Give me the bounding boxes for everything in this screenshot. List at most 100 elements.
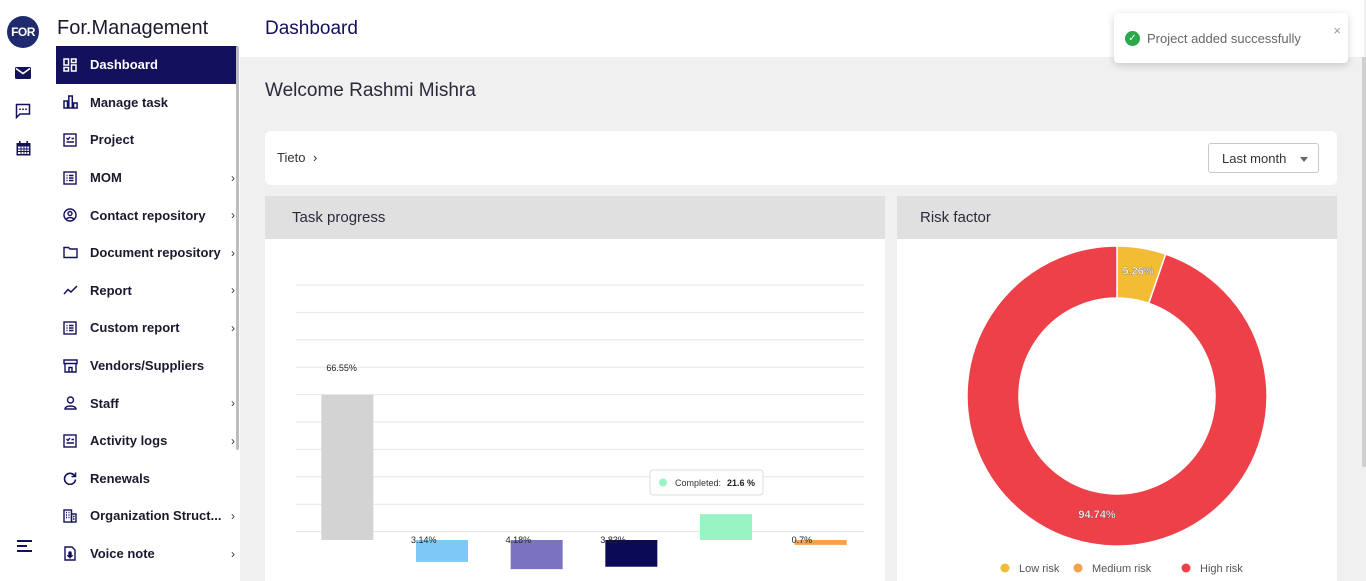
sidebar-item-activity-logs[interactable]: Activity logs › [56,422,237,460]
sidebar-item-staff[interactable]: Staff › [56,384,237,422]
mail-icon[interactable] [13,63,33,83]
check-circle-icon: ✓ [1125,31,1140,46]
checklist-icon [62,132,78,148]
sidebar-item-label: MOM [90,170,122,186]
sidebar-menu: Dashboard Manage task Project MOM › Cont… [56,46,237,572]
checklist-icon [62,433,78,449]
chevron-right-icon: › [231,433,235,448]
data-label: 66.55% [326,363,357,373]
trend-icon [62,282,78,298]
sidebar-item-manage-task[interactable]: Manage task [56,84,237,122]
task-progress-card: Task progress 66.55%3.14%4.18%3.83%21.5%… [265,196,885,581]
sidebar-item-contact-repository[interactable]: Contact repository › [56,196,237,234]
page-scrollbar[interactable] [1362,57,1366,467]
chart-tooltip: Completed: 21.6 % [649,469,764,496]
sidebar-item-label: Custom report [90,320,180,336]
tooltip-label: Completed: [675,478,721,488]
slice-label: 5.26% [1122,266,1153,278]
sidebar-item-project[interactable]: Project [56,121,237,159]
risk-factor-card: Risk factor 5.26% 94.74% Low risk Medium ri… [897,196,1337,581]
sidebar-item-vendors-suppliers[interactable]: Vendors/Suppliers [56,347,237,385]
list-icon [62,170,78,186]
chevron-right-icon: › [231,208,235,223]
renew-icon [62,470,78,486]
legend-label: Medium risk [1092,563,1152,575]
waterfall-bar [321,394,374,540]
period-select-value: Last month [1222,151,1287,166]
chevron-right-icon: › [231,320,235,335]
slice-label: 94.74% [1078,509,1116,521]
risk-factor-title: Risk factor [897,196,1337,239]
store-icon [62,358,78,374]
task-progress-title: Task progress [265,196,885,239]
caret-down-icon [1300,157,1308,162]
sidebar-item-label: Manage task [90,94,169,110]
contact-icon [62,207,78,223]
calendar-icon[interactable] [13,138,33,158]
bar-chart-icon [62,94,78,110]
close-icon[interactable]: × [1333,23,1341,38]
sidebar-item-organization-structure[interactable]: Organization Struct... › [56,497,237,535]
folder-icon [62,245,78,261]
success-toast: ✓ Project added successfully × [1114,13,1348,63]
donut-slice [966,245,1268,547]
legend-swatch [1073,563,1083,573]
data-label: 3.83% [600,535,626,545]
sidebar-item-dashboard[interactable]: Dashboard [56,46,237,84]
data-label: 3.14% [411,535,437,545]
sidebar-item-label: Contact repository [90,207,206,223]
list-icon [62,320,78,336]
person-icon [62,395,78,411]
sidebar-item-label: Organization Struct... [90,508,222,524]
chevron-right-icon: › [231,546,235,561]
period-select[interactable]: Last month [1208,143,1319,173]
chevron-right-icon: › [231,508,235,523]
sidebar-item-label: Document repository [90,245,221,261]
legend-label: High risk [1200,563,1243,575]
chevron-right-icon: › [231,396,235,411]
logo[interactable]: FOR [7,16,39,48]
chat-icon[interactable] [13,101,33,121]
building-icon [62,508,78,524]
page-title: Dashboard [265,18,358,39]
filter-bar: Tieto › Last month [265,131,1337,185]
sidebar-item-renewals[interactable]: Renewals [56,460,237,498]
breadcrumb[interactable]: Tieto › [277,150,317,165]
app-name: For.Management [57,17,209,39]
icon-rail: FOR [0,0,47,581]
risk-factor-chart: 5.26% 94.74% Low risk Medium risk High risk [966,245,1268,575]
breadcrumb-item: Tieto [277,150,306,165]
sidebar: For.Management Dashboard Manage task Pro… [47,0,240,581]
sidebar-item-label: Project [90,132,135,148]
sidebar-item-custom-report[interactable]: Custom report › [56,309,237,347]
sidebar-item-label: Activity logs [90,433,168,449]
sidebar-scrollbar[interactable] [236,46,239,450]
sidebar-item-mom[interactable]: MOM › [56,159,237,197]
waterfall-bar [700,514,752,540]
welcome-message: Welcome Rashmi Mishra [265,80,476,101]
legend-swatch [1181,563,1191,573]
tooltip-swatch [659,478,667,487]
legend-label: Low risk [1019,563,1060,575]
toast-message: Project added successfully [1147,31,1301,46]
data-label: 0.7% [792,535,813,545]
data-label: 4.18% [506,535,532,545]
sidebar-item-document-repository[interactable]: Document repository › [56,234,237,272]
sidebar-item-label: Vendors/Suppliers [90,358,205,374]
legend-swatch [1000,563,1010,573]
chevron-right-icon: › [231,283,235,298]
task-progress-chart: 66.55%3.14%4.18%3.83%21.5%0.7%Completed:… [296,284,864,570]
sidebar-item-label: Staff [90,395,119,411]
sidebar-item-label: Voice note [90,546,155,562]
menu-icon[interactable] [14,536,34,556]
chevron-right-icon: › [231,170,235,185]
tooltip-value: 21.6 % [727,478,755,488]
chevron-right-icon: › [231,245,235,260]
sidebar-item-label: Dashboard [90,57,158,73]
sidebar-item-label: Report [90,282,132,298]
sidebar-item-label: Renewals [90,470,150,486]
dashboard-icon [62,57,78,73]
chevron-right-icon: › [313,150,318,165]
sidebar-item-report[interactable]: Report › [56,272,237,310]
sidebar-item-voice-note[interactable]: Voice note › [56,535,237,573]
